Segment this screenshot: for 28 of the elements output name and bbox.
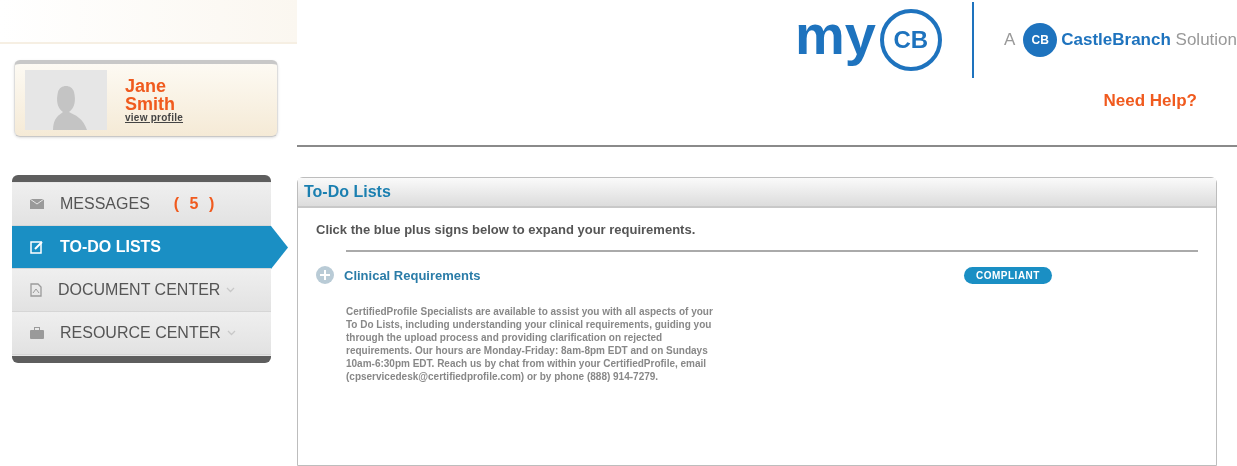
briefcase-icon xyxy=(30,327,44,339)
nav-item[interactable]: DOCUMENT CENTER xyxy=(12,269,271,312)
brand-name: CastleBranch Solution xyxy=(1061,29,1237,52)
nav-label: MESSAGES xyxy=(60,194,150,214)
logo-badge: CB xyxy=(879,9,942,71)
support-note: CertifiedProfile Specialists are available to assist you with all aspects of your To Do Lists, including understanding your clinical requirements, guiding you through the upload process and providing clarification on rejected requirements. Our hours are Monday-Friday: 8am-8pm EDT and on Sundays 10am-6:30pm EDT. Reach us by chat from within your CertifiedProfile, email (cpservicedesk@certifiedprofile.com) or by phone (888) 914-7279. xyxy=(346,305,714,383)
nav-label: DOCUMENT CENTER xyxy=(58,280,221,300)
brand-badge: CB xyxy=(1023,23,1058,57)
nav-label: TO-DO LISTS xyxy=(60,237,162,257)
message-count: ( 5 ) xyxy=(173,194,218,214)
tagline-prefix: A xyxy=(1003,29,1016,52)
document-icon xyxy=(30,283,42,297)
edit-icon xyxy=(30,240,44,254)
view-profile-link[interactable]: view profile xyxy=(125,113,183,123)
nav-label: RESOURCE CENTER xyxy=(60,323,221,343)
nav-item[interactable]: RESOURCE CENTER xyxy=(12,312,271,355)
user-last-name: Smith xyxy=(125,95,175,113)
status-badge: COMPLIANT xyxy=(964,266,1052,284)
expand-icon[interactable] xyxy=(316,266,334,285)
section-title[interactable]: Clinical Requirements xyxy=(344,265,964,285)
need-help-link[interactable]: Need Help? xyxy=(1103,88,1197,114)
nav-item[interactable]: MESSAGES ( 5 ) xyxy=(12,183,271,226)
pointer-icon xyxy=(271,226,288,269)
user-first-name: Jane xyxy=(125,77,168,95)
envelope-icon xyxy=(30,199,44,209)
avatar-icon xyxy=(25,70,107,130)
instruction-text: Click the blue plus signs below to expand your requirements. xyxy=(316,221,697,239)
panel-title: To-Do Lists xyxy=(304,182,391,202)
